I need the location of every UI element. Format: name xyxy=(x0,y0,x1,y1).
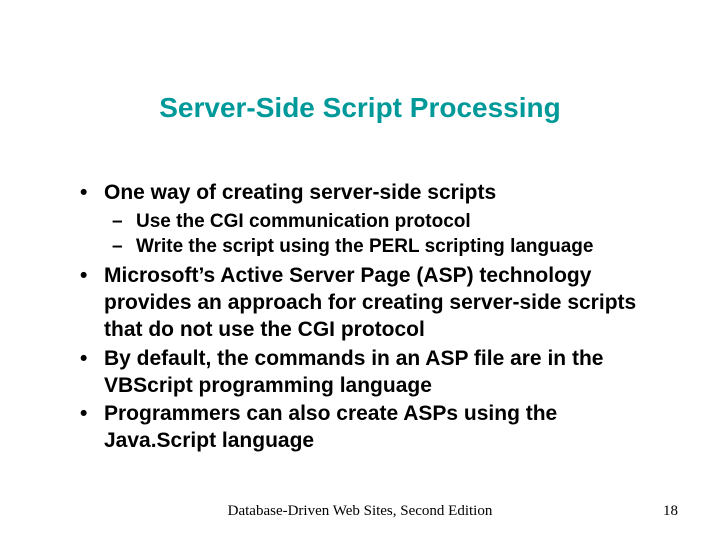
sub-bullet-item: Write the script using the PERL scriptin… xyxy=(104,234,658,259)
bullet-item: One way of creating server-side scripts … xyxy=(78,180,658,259)
sub-bullet-text: Write the script using the PERL scriptin… xyxy=(136,236,593,257)
footer-page-number: 18 xyxy=(663,503,678,520)
bullet-text: One way of creating server-side scripts xyxy=(104,181,496,204)
bullet-item: By default, the commands in an ASP file … xyxy=(78,346,658,400)
footer-source: Database-Driven Web Sites, Second Editio… xyxy=(0,503,720,520)
slide-title: Server-Side Script Processing xyxy=(0,92,720,124)
bullet-text: By default, the commands in an ASP file … xyxy=(104,347,603,397)
bullet-item: Programmers can also create ASPs using t… xyxy=(78,401,658,455)
bullet-text: Programmers can also create ASPs using t… xyxy=(104,402,557,452)
bullet-item: Microsoft’s Active Server Page (ASP) tec… xyxy=(78,263,658,344)
sub-bullet-item: Use the CGI communication protocol xyxy=(104,209,658,234)
sub-bullet-text: Use the CGI communication protocol xyxy=(136,211,471,232)
bullet-list-level2: Use the CGI communication protocol Write… xyxy=(104,209,658,259)
bullet-list-level1: One way of creating server-side scripts … xyxy=(78,180,658,455)
bullet-text: Microsoft’s Active Server Page (ASP) tec… xyxy=(104,264,636,341)
slide-body: One way of creating server-side scripts … xyxy=(78,180,658,457)
slide: Server-Side Script Processing One way of… xyxy=(0,0,720,540)
